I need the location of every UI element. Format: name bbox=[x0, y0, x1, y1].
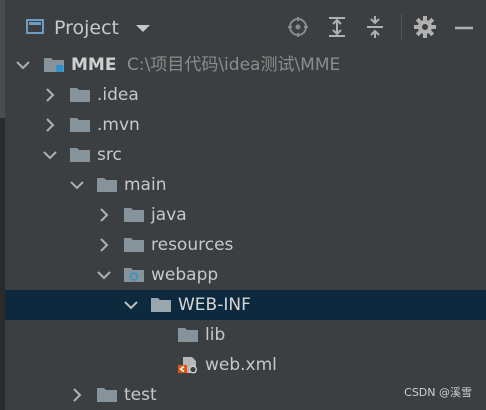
tree-item-label: .mvn bbox=[97, 115, 140, 135]
chevron-down-icon[interactable] bbox=[69, 177, 85, 193]
chevron-down-icon[interactable] bbox=[136, 25, 150, 32]
tree-item-label: resources bbox=[151, 235, 234, 255]
xml-file-icon bbox=[177, 356, 199, 374]
project-toolbar: Project bbox=[5, 0, 486, 50]
folder-icon bbox=[123, 236, 145, 254]
tree-row-mvn[interactable]: .mvn bbox=[5, 110, 486, 140]
chevron-down-icon[interactable] bbox=[123, 297, 139, 313]
tree-row-resources[interactable]: resources bbox=[5, 230, 486, 260]
tree-row-main[interactable]: main bbox=[5, 170, 486, 200]
chevron-down-icon[interactable] bbox=[96, 267, 112, 283]
chevron-right-icon[interactable] bbox=[69, 387, 85, 403]
folder-icon bbox=[96, 176, 118, 194]
tree-row-java[interactable]: java bbox=[5, 200, 486, 230]
tree-item-label: MME bbox=[71, 55, 117, 75]
tree-item-label: webapp bbox=[151, 265, 219, 285]
tree-row-webapp[interactable]: webapp bbox=[5, 260, 486, 290]
folder-icon bbox=[177, 326, 199, 344]
tree-row-idea[interactable]: .idea bbox=[5, 80, 486, 110]
project-view-title[interactable]: Project bbox=[54, 16, 119, 40]
tree-item-label: test bbox=[124, 385, 157, 405]
tree-item-label: lib bbox=[205, 325, 226, 345]
module-folder-icon bbox=[43, 56, 65, 74]
folder-icon bbox=[96, 386, 118, 404]
expand-all-icon[interactable] bbox=[324, 14, 350, 40]
folder-icon bbox=[69, 116, 91, 134]
watermark: CSDN @溪雪 bbox=[404, 386, 472, 399]
tree-item-label: src bbox=[97, 145, 122, 165]
tree-row-mme[interactable]: MME C:\项目代码\idea测试\MME bbox=[5, 50, 486, 80]
tree-item-label: web.xml bbox=[205, 355, 277, 375]
tree-item-label: .idea bbox=[97, 85, 139, 105]
web-folder-icon bbox=[123, 266, 145, 284]
tree-row-web-xml[interactable]: web.xml bbox=[5, 350, 486, 380]
chevron-right-icon[interactable] bbox=[42, 117, 58, 133]
folder-icon bbox=[69, 146, 91, 164]
chevron-down-icon[interactable] bbox=[15, 57, 31, 73]
minimize-icon[interactable] bbox=[451, 14, 477, 40]
gear-icon[interactable] bbox=[412, 14, 438, 40]
project-tree: MME C:\项目代码\idea测试\MME .idea .mvn src ma… bbox=[5, 50, 486, 410]
toolbar-separator bbox=[401, 14, 402, 40]
tree-row-web-inf[interactable]: WEB-INF bbox=[5, 290, 486, 320]
chevron-right-icon[interactable] bbox=[42, 87, 58, 103]
tree-item-label: WEB-INF bbox=[178, 295, 251, 315]
project-tool-window: Project MME C:\项目代码\idea测试\MME .idea .mv… bbox=[0, 0, 486, 410]
tree-row-lib[interactable]: lib bbox=[5, 320, 486, 350]
folder-icon bbox=[123, 206, 145, 224]
project-view-icon bbox=[26, 19, 44, 34]
chevron-right-icon[interactable] bbox=[96, 207, 112, 223]
folder-icon bbox=[69, 86, 91, 104]
chevron-down-icon[interactable] bbox=[42, 147, 58, 163]
tree-item-label: java bbox=[151, 205, 187, 225]
tree-row-src[interactable]: src bbox=[5, 140, 486, 170]
chevron-right-icon[interactable] bbox=[96, 237, 112, 253]
folder-icon bbox=[150, 296, 172, 314]
collapse-all-icon[interactable] bbox=[362, 14, 388, 40]
locate-icon[interactable] bbox=[285, 14, 311, 40]
project-path: C:\项目代码\idea测试\MME bbox=[127, 55, 341, 75]
tree-item-label: main bbox=[124, 175, 167, 195]
